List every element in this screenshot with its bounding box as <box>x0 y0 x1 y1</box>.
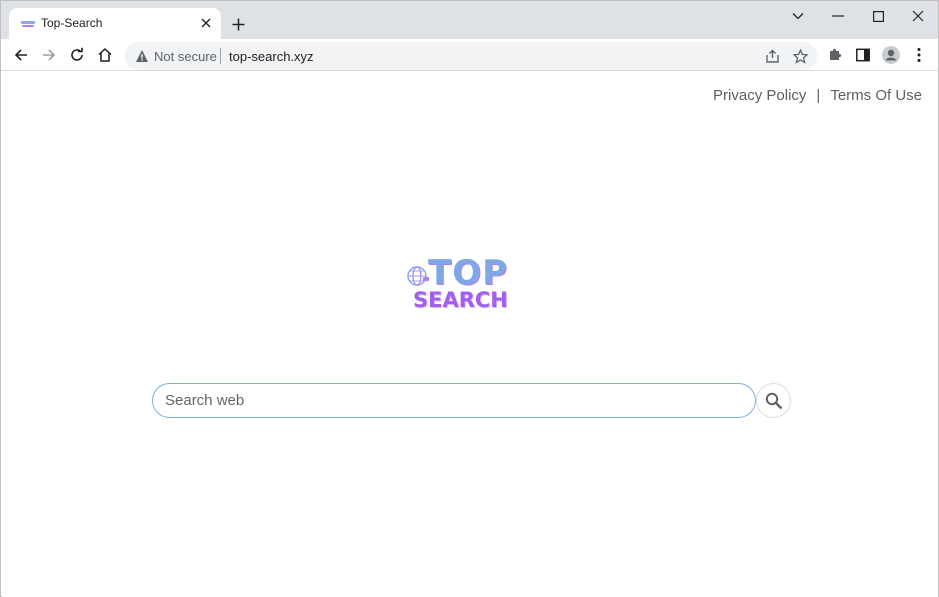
top-search-favicon-icon <box>20 17 36 29</box>
minimize-button[interactable] <box>827 5 849 27</box>
search-box <box>152 383 756 418</box>
tab-title: Top-Search <box>41 16 103 30</box>
url-text[interactable]: top-search.xyz <box>229 49 314 64</box>
page-content: Privacy Policy | Terms Of Use TOP SEARCH <box>2 72 938 597</box>
puzzle-icon <box>830 48 842 60</box>
warning-icon[interactable] <box>135 49 149 63</box>
browser-window: Top-Search Not secure top-search.xyz Pri… <box>0 0 939 597</box>
top-search-logo: TOP SEARCH <box>406 256 534 314</box>
extensions-button[interactable] <box>823 43 847 67</box>
tab-top-search[interactable]: Top-Search <box>9 8 221 39</box>
share-icon[interactable] <box>762 46 782 66</box>
address-bar[interactable]: Not secure top-search.xyz <box>125 42 817 70</box>
browser-toolbar: Not secure top-search.xyz <box>1 39 938 71</box>
minimize-icon <box>832 15 844 17</box>
home-button[interactable] <box>93 43 117 67</box>
security-label[interactable]: Not secure <box>154 49 217 64</box>
reload-icon <box>71 47 83 61</box>
maximize-button[interactable] <box>867 5 889 27</box>
home-icon <box>98 47 112 62</box>
side-panel-icon <box>856 48 870 62</box>
terms-of-use-link[interactable]: Terms Of Use <box>830 87 922 104</box>
forward-button[interactable] <box>37 43 61 67</box>
new-tab-button[interactable] <box>227 13 249 35</box>
side-panel-button[interactable] <box>851 43 875 67</box>
top-links: Privacy Policy | Terms Of Use <box>713 87 922 104</box>
window-close-icon <box>912 10 924 22</box>
back-button[interactable] <box>9 43 33 67</box>
logo-line-search: SEARCH <box>413 288 508 312</box>
window-close-button[interactable] <box>907 5 929 27</box>
maximize-icon <box>872 10 884 22</box>
profile-button[interactable] <box>879 43 903 67</box>
search-icon <box>765 392 782 409</box>
plus-icon <box>232 18 244 30</box>
privacy-policy-link[interactable]: Privacy Policy <box>713 87 806 104</box>
profile-icon <box>882 46 900 64</box>
omnibox-separator <box>220 48 221 64</box>
kebab-menu-icon <box>917 48 921 62</box>
chevron-down-icon <box>792 13 804 20</box>
search-input[interactable] <box>152 383 756 418</box>
menu-button[interactable] <box>907 43 931 67</box>
close-icon[interactable] <box>197 14 215 32</box>
logo-line-top: TOP <box>428 253 509 293</box>
link-separator: | <box>816 87 821 104</box>
tab-search-button[interactable] <box>787 5 809 27</box>
globe-icon <box>406 265 430 287</box>
tab-strip: Top-Search <box>1 1 938 39</box>
arrow-right-icon <box>43 49 56 61</box>
search-button[interactable] <box>756 383 791 418</box>
arrow-left-icon <box>14 49 27 61</box>
star-icon[interactable] <box>790 46 810 66</box>
reload-button[interactable] <box>65 43 89 67</box>
